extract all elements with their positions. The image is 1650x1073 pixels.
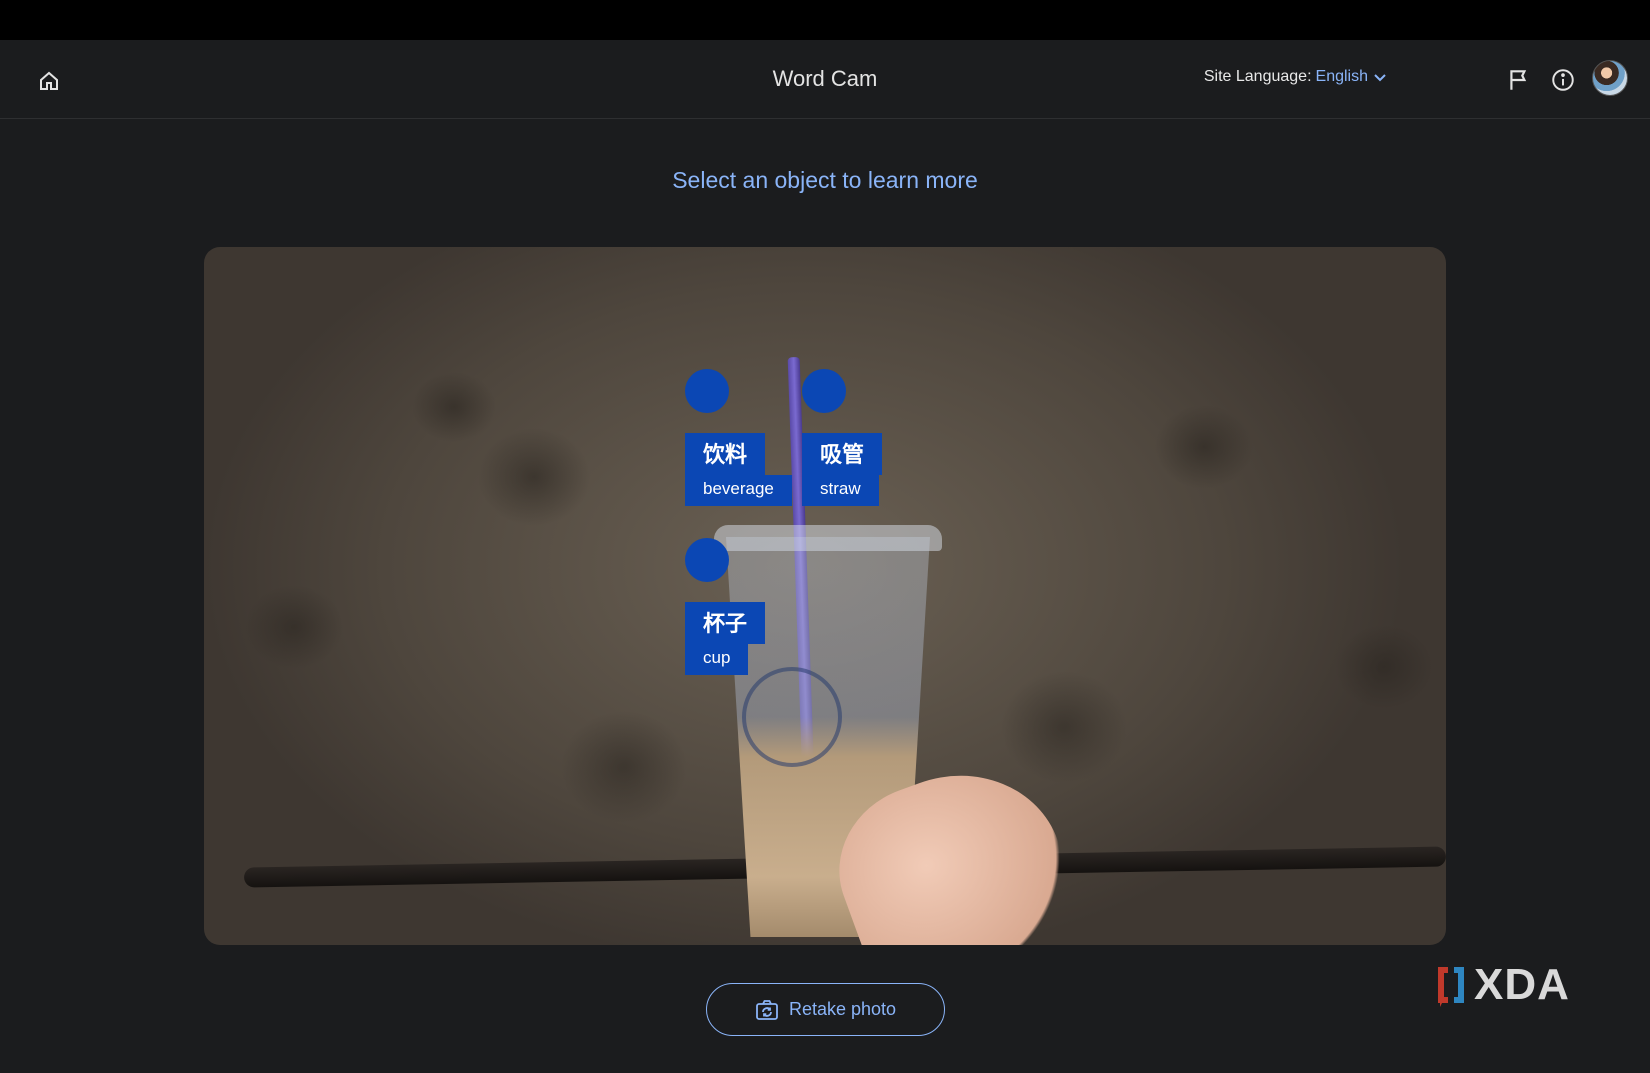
object-label-beverage[interactable]: 饮料 beverage (685, 369, 792, 506)
photo-cup-logo (742, 667, 842, 767)
flag-icon (1510, 70, 1527, 90)
info-button[interactable] (1550, 67, 1576, 93)
chevron-down-icon (1374, 74, 1386, 82)
object-marker-dot[interactable] (802, 369, 846, 413)
label-native-word: 杯子 (685, 602, 766, 644)
camera-flip-icon (756, 999, 778, 1020)
xda-logo-icon (1438, 967, 1464, 1007)
retake-photo-label: Retake photo (788, 999, 897, 1019)
site-language-label: Site Language: (1203, 68, 1312, 85)
label-native-word: 饮料 (685, 433, 766, 475)
site-language-value: English (1315, 68, 1368, 85)
object-marker-dot[interactable] (685, 538, 729, 582)
label-english-word: straw (802, 475, 879, 506)
object-marker-dot[interactable] (685, 369, 729, 413)
retake-photo-button[interactable]: Retake photo (706, 983, 945, 1036)
xda-watermark-text: XDA (1474, 960, 1570, 1009)
label-english-word: beverage (685, 475, 792, 506)
object-label-cup[interactable]: 杯子 cup (685, 538, 766, 675)
avatar[interactable] (1592, 60, 1628, 96)
home-button[interactable] (34, 66, 64, 96)
site-language-selector[interactable]: Site Language: English (1204, 68, 1388, 86)
app-title: Word Cam (772, 66, 878, 91)
label-english-word: cup (685, 644, 749, 675)
info-icon (1552, 69, 1574, 91)
home-icon (40, 71, 58, 90)
object-label-straw[interactable]: 吸管 straw (802, 369, 883, 506)
label-native-word: 吸管 (802, 433, 883, 475)
instruction-prompt: Select an object to learn more (672, 167, 978, 193)
top-black-bar (0, 0, 1650, 40)
app-header: Word Cam Site Language: English (0, 40, 1650, 119)
captured-photo: 饮料 beverage 吸管 straw 杯子 cup (204, 247, 1446, 945)
report-button[interactable] (1506, 67, 1532, 93)
xda-watermark: XDA (1434, 960, 1594, 1010)
